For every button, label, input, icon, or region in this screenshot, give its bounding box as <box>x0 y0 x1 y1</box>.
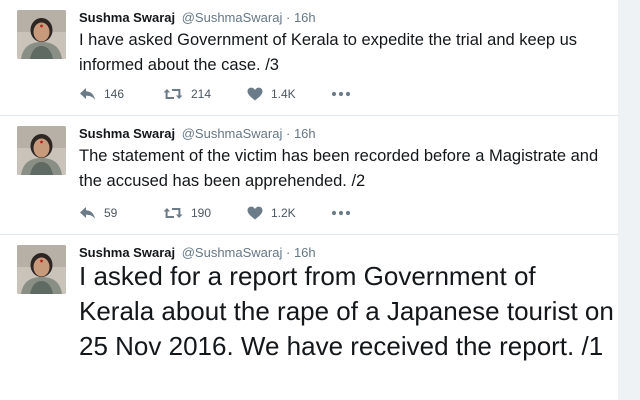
heart-icon <box>247 87 263 101</box>
tweet-actions: 59 190 1.2K <box>79 203 415 223</box>
scrollbar-gutter[interactable] <box>618 0 640 400</box>
like-button[interactable]: 1.4K <box>247 87 331 101</box>
like-button[interactable]: 1.2K <box>247 206 331 220</box>
reply-count: 146 <box>104 87 125 101</box>
timestamp[interactable]: 16h <box>294 10 316 25</box>
timestamp[interactable]: 16h <box>294 245 316 260</box>
separator-dot: · <box>285 126 291 141</box>
reply-icon <box>80 207 95 219</box>
reply-icon <box>80 88 95 100</box>
retweet-count: 190 <box>191 206 212 220</box>
author-handle[interactable]: @SushmaSwaraj <box>182 10 283 25</box>
retweet-icon <box>163 208 183 218</box>
more-icon <box>331 210 351 216</box>
more-button[interactable] <box>331 91 415 97</box>
tweet-text: The statement of the victim has been rec… <box>79 147 599 190</box>
separator-dot: · <box>285 10 291 25</box>
tweet-card[interactable]: Sushma Swaraj @SushmaSwaraj · 16h The st… <box>0 116 618 235</box>
author-name[interactable]: Sushma Swaraj <box>79 126 175 141</box>
tweet-text: I have asked Government of Kerala to exp… <box>79 31 578 74</box>
tweet-header: Sushma Swaraj @SushmaSwaraj · 16h <box>79 10 316 26</box>
like-count: 1.2K <box>271 206 296 220</box>
tweet-text: I asked for a report from Government of … <box>79 261 614 361</box>
like-count: 1.4K <box>271 87 296 101</box>
avatar[interactable] <box>17 10 66 59</box>
tweet-card[interactable]: Sushma Swaraj @SushmaSwaraj · 16h I have… <box>0 0 618 116</box>
tweet-header: Sushma Swaraj @SushmaSwaraj · 16h <box>79 126 316 142</box>
tweet-card[interactable]: Sushma Swaraj @SushmaSwaraj · 16h I aske… <box>0 235 618 400</box>
more-icon <box>331 91 351 97</box>
retweet-count: 214 <box>191 87 212 101</box>
author-handle[interactable]: @SushmaSwaraj <box>182 126 283 141</box>
reply-count: 59 <box>104 206 118 220</box>
author-name[interactable]: Sushma Swaraj <box>79 10 175 25</box>
retweet-button[interactable]: 190 <box>163 206 247 220</box>
avatar[interactable] <box>17 126 66 175</box>
timestamp[interactable]: 16h <box>294 126 316 141</box>
heart-icon <box>247 206 263 220</box>
avatar[interactable] <box>17 245 66 294</box>
reply-button[interactable]: 146 <box>79 87 163 101</box>
more-button[interactable] <box>331 210 415 216</box>
separator-dot: · <box>285 245 291 260</box>
timeline-feed: Sushma Swaraj @SushmaSwaraj · 16h I have… <box>0 0 618 400</box>
tweet-actions: 146 214 1.4K <box>79 84 415 104</box>
author-name[interactable]: Sushma Swaraj <box>79 245 175 260</box>
author-handle[interactable]: @SushmaSwaraj <box>182 245 283 260</box>
retweet-button[interactable]: 214 <box>163 87 247 101</box>
retweet-icon <box>163 89 183 99</box>
reply-button[interactable]: 59 <box>79 206 163 220</box>
